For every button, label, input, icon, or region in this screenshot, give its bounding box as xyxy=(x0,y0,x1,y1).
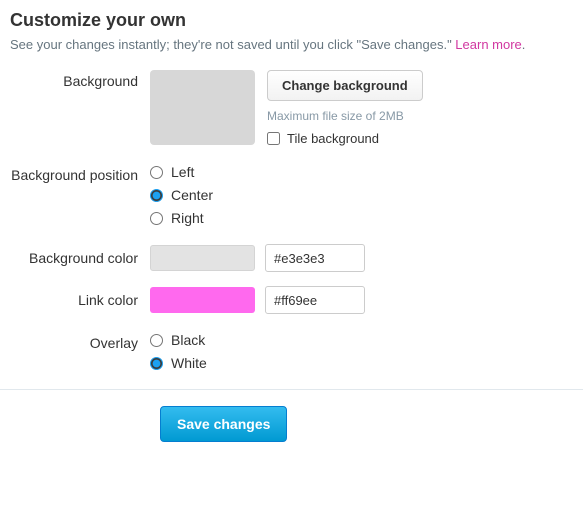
overlay-label: Overlay xyxy=(10,332,150,352)
position-left-label: Left xyxy=(171,164,194,180)
overlay-white-row[interactable]: White xyxy=(150,355,207,371)
background-preview xyxy=(150,70,255,145)
page-subtext: See your changes instantly; they're not … xyxy=(10,37,573,52)
position-right-row[interactable]: Right xyxy=(150,210,213,226)
position-left-row[interactable]: Left xyxy=(150,164,213,180)
learn-more-link[interactable]: Learn more xyxy=(455,37,521,52)
change-background-button[interactable]: Change background xyxy=(267,70,423,101)
subtext-text: See your changes instantly; they're not … xyxy=(10,37,455,52)
background-label: Background xyxy=(10,70,150,90)
position-center-row[interactable]: Center xyxy=(150,187,213,203)
save-changes-button[interactable]: Save changes xyxy=(160,406,287,442)
background-position-label: Background position xyxy=(10,164,150,184)
overlay-black-label: Black xyxy=(171,332,205,348)
overlay-black-row[interactable]: Black xyxy=(150,332,207,348)
position-center-radio[interactable] xyxy=(150,189,163,202)
position-right-label: Right xyxy=(171,210,204,226)
filesize-hint: Maximum file size of 2MB xyxy=(267,109,423,123)
link-color-swatch[interactable] xyxy=(150,287,255,313)
background-color-swatch[interactable] xyxy=(150,245,255,271)
overlay-white-radio[interactable] xyxy=(150,357,163,370)
page-title: Customize your own xyxy=(10,10,573,31)
link-color-label: Link color xyxy=(10,286,150,309)
position-center-label: Center xyxy=(171,187,213,203)
link-color-input[interactable] xyxy=(265,286,365,314)
background-color-input[interactable] xyxy=(265,244,365,272)
position-right-radio[interactable] xyxy=(150,212,163,225)
tile-background-checkbox[interactable] xyxy=(267,132,280,145)
background-color-label: Background color xyxy=(10,244,150,267)
position-radio-group: Left Center Right xyxy=(150,164,213,226)
tile-background-label: Tile background xyxy=(287,131,379,146)
overlay-white-label: White xyxy=(171,355,207,371)
position-left-radio[interactable] xyxy=(150,166,163,179)
overlay-black-radio[interactable] xyxy=(150,334,163,347)
overlay-radio-group: Black White xyxy=(150,332,207,371)
tile-background-row[interactable]: Tile background xyxy=(267,131,423,146)
